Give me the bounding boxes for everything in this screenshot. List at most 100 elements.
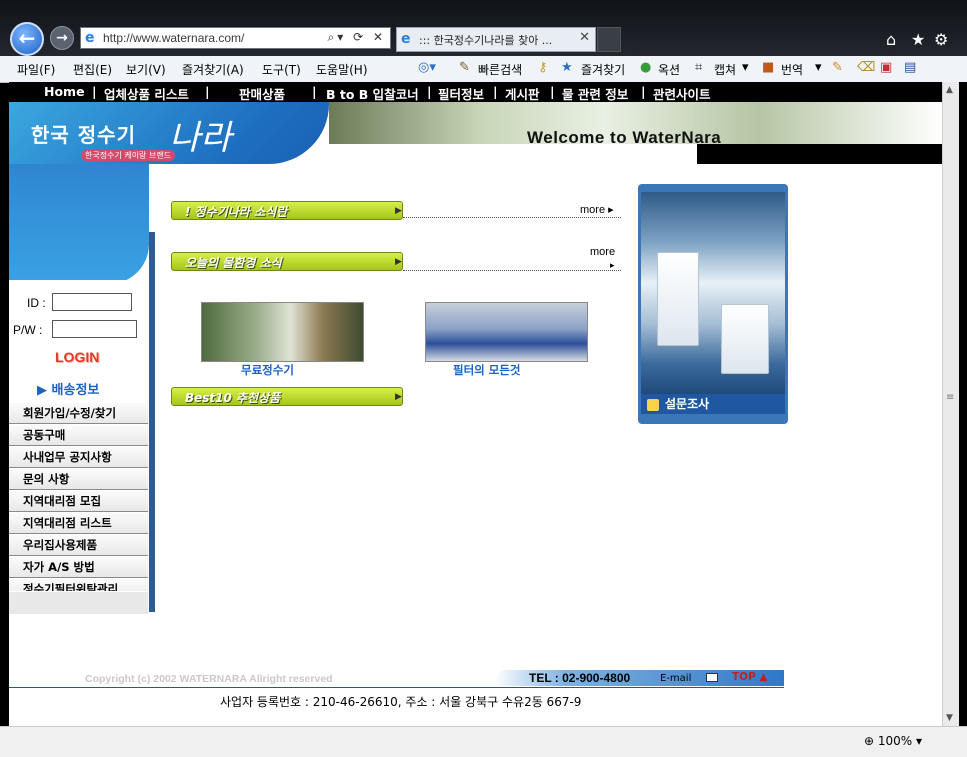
menu-view[interactable]: 보기(V) <box>126 61 166 78</box>
bar-arrow-icon: ▶ <box>395 257 402 267</box>
scroll-down-icon[interactable]: ▼ <box>946 713 953 723</box>
ie-logo-icon: e <box>85 30 95 46</box>
favorites-icon: ★ <box>561 60 573 75</box>
site-nav-bar: Home | 업체상품 리스트 | 판매상품 | B to B 입찰코너 | 필… <box>9 82 942 102</box>
quick-search-icon: ✎ <box>459 60 470 75</box>
password-field[interactable] <box>52 320 137 338</box>
zoom-icon: ⊕ <box>864 734 878 748</box>
side-menu-item[interactable]: 우리집사용제품 <box>9 534 148 556</box>
gear-icon[interactable]: ⚙ <box>934 30 948 49</box>
side-menu-footer <box>9 591 148 614</box>
delivery-info-label: 배송정보 <box>51 383 100 398</box>
side-menu-item[interactable]: 회원가입/수정/찾기 <box>9 402 148 424</box>
vertical-scrollbar[interactable]: ▲ ≡ ▼ <box>942 82 959 726</box>
side-menu-item[interactable]: 사내업무 공지사항 <box>9 446 148 468</box>
password-label: P/W : <box>13 323 43 337</box>
new-tab-button[interactable] <box>597 27 621 52</box>
water-dispenser-image <box>721 304 769 374</box>
env-more-arrow-icon[interactable]: ▸ <box>610 260 615 271</box>
menu-tools[interactable]: 도구(T) <box>262 61 301 78</box>
play-arrow-icon: ▶ <box>37 383 52 398</box>
menu-file[interactable]: 파일(F) <box>17 61 55 78</box>
water-dispenser-image <box>657 252 699 346</box>
capture-dropdown-icon[interactable]: ▾ <box>742 60 749 75</box>
side-menu-item[interactable]: 공동구매 <box>9 424 148 446</box>
best-section-title: Best10 추천상품 <box>185 391 281 405</box>
window-frame <box>959 82 967 756</box>
bar-arrow-icon: ▶ <box>395 206 402 216</box>
nav-sep: | <box>312 84 317 99</box>
address-bar[interactable]: e http://www.waternara.com/ ⌕▾ ⟳ ✕ <box>80 27 391 49</box>
nav-filter-info[interactable]: 필터정보 <box>438 84 484 103</box>
divider <box>403 217 621 218</box>
favorites-star-icon[interactable]: ★ <box>911 30 925 49</box>
envelope-icon[interactable] <box>706 673 718 682</box>
footer-divider <box>9 687 784 688</box>
side-menu-item[interactable]: 지역대리점 모집 <box>9 490 148 512</box>
env-more-link[interactable]: more <box>590 246 615 258</box>
scroll-thumb-icon[interactable]: ≡ <box>946 392 954 403</box>
favorites-button[interactable]: 즐겨찾기 <box>581 61 625 78</box>
side-menu-item[interactable]: 지역대리점 리스트 <box>9 512 148 534</box>
quick-search-button[interactable]: 빠른검색 <box>478 61 522 78</box>
forward-button[interactable]: → <box>50 26 74 50</box>
scroll-up-icon[interactable]: ▲ <box>946 85 953 95</box>
translate-button[interactable]: 번역 <box>781 61 803 78</box>
id-field[interactable] <box>52 293 132 311</box>
toolbar-dropdown-icon[interactable]: ▾ <box>815 60 822 75</box>
nav-b2b[interactable]: B to B 입찰코너 <box>326 84 419 103</box>
welcome-title: Welcome to WaterNara <box>527 128 722 147</box>
broom-icon[interactable]: ⌫ <box>857 60 875 75</box>
logo-text: 한국 정수기 <box>31 123 136 147</box>
filter-info-link[interactable]: 필터의 모든것 <box>453 362 520 378</box>
menu-favorites[interactable]: 즐겨찾기(A) <box>182 61 244 78</box>
nav-water-info[interactable]: 물 관련 정보 <box>562 84 628 103</box>
auction-button[interactable]: 옥션 <box>658 61 680 78</box>
back-button[interactable]: ← <box>10 22 44 56</box>
quick-search-dropdown-icon[interactable]: ◎▾ <box>418 60 436 75</box>
nav-company-products[interactable]: 업체상품 리스트 <box>104 84 189 103</box>
zoom-dropdown-icon[interactable]: ▾ <box>912 734 922 748</box>
zoom-value: 100% <box>877 734 913 748</box>
free-purifier-image[interactable] <box>201 302 364 362</box>
book-icon[interactable]: ▣ <box>880 60 892 75</box>
tab-close-icon[interactable]: ✕ <box>579 30 590 45</box>
free-purifier-link[interactable]: 무료정수기 <box>241 362 294 378</box>
divider <box>403 270 621 271</box>
key-icon[interactable]: ⚷ <box>538 60 548 75</box>
home-icon[interactable]: ⌂ <box>886 30 896 49</box>
nav-home[interactable]: Home <box>44 84 85 99</box>
browser-tab[interactable]: e ::: 한국정수기나라를 찾아 ... ✕ <box>396 27 596 52</box>
menu-edit[interactable]: 편집(E) <box>73 61 112 78</box>
top-link[interactable]: TOP ▲ <box>732 671 768 683</box>
nav-sep: | <box>493 84 498 99</box>
capture-button[interactable]: 캡쳐 <box>714 61 736 78</box>
menu-help[interactable]: 도움말(H) <box>316 61 368 78</box>
side-menu-item[interactable]: 자가 A/S 방법 <box>9 556 148 578</box>
phone-number: TEL : 02-900-4800 <box>529 671 631 685</box>
address-url[interactable]: http://www.waternara.com/ <box>103 31 244 45</box>
copyright-text: Copyright (c) 2002 WATERNARA Allright re… <box>85 673 333 685</box>
nav-board[interactable]: 게시판 <box>505 84 540 103</box>
nav-related-sites[interactable]: 관련사이트 <box>653 84 711 103</box>
back-arrow-icon: ← <box>18 26 36 50</box>
side-menu-item[interactable]: 문의 사항 <box>9 468 148 490</box>
login-button[interactable]: LOGIN <box>55 349 99 365</box>
auction-icon: ● <box>640 60 652 75</box>
tab-title: ::: 한국정수기나라를 찾아 ... <box>419 34 553 47</box>
note-icon[interactable]: ✎ <box>832 60 843 75</box>
nav-sep: | <box>427 84 432 99</box>
sidebar-shadow <box>149 232 155 612</box>
logo-subtitle: 한국정수기 케이랑 브랜드 <box>81 150 176 161</box>
zoom-level[interactable]: ⊕ 100% ▾ <box>864 734 922 748</box>
nav-sale-products[interactable]: 판매상품 <box>239 84 285 103</box>
filter-image[interactable] <box>425 302 588 362</box>
translate-icon: ■ <box>762 60 775 75</box>
address-tools-icon[interactable]: ⌕▾ ⟳ ✕ <box>328 30 386 45</box>
delivery-info-link[interactable]: ▶ 배송정보 <box>37 379 99 398</box>
survey-link[interactable]: 설문조사 <box>641 394 785 414</box>
save-icon[interactable]: ▤ <box>904 60 916 75</box>
site-logo[interactable]: 한국 정수기 나라 한국정수기 케이랑 브랜드 <box>9 102 329 164</box>
email-link[interactable]: E-mail <box>660 673 691 684</box>
news-more-link[interactable]: more ▸ <box>580 203 614 216</box>
